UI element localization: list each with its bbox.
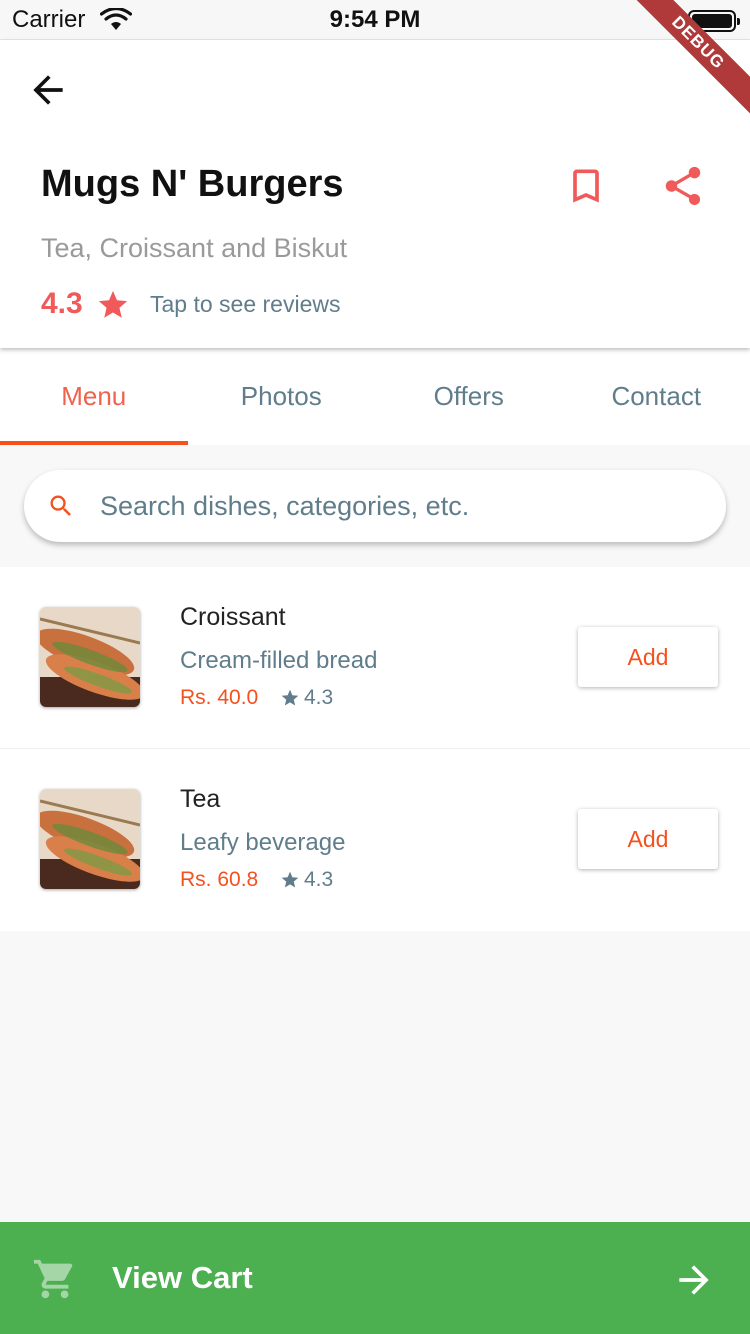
share-icon [660,166,706,214]
star-icon [280,870,300,895]
search-icon [47,492,75,525]
restaurant-name: Mugs N' Burgers [41,163,344,205]
tab-menu[interactable]: Menu [0,348,188,445]
tab-photos[interactable]: Photos [188,348,376,445]
arrow-back-icon [26,75,70,116]
list-item[interactable]: Tea Leafy beverage Rs. 60.8 4.3 Add [0,749,750,931]
back-button[interactable] [26,68,70,112]
dish-name: Tea [180,785,221,813]
star-icon [96,288,130,327]
dish-price: Rs. 60.8 [180,868,259,891]
tab-contact[interactable]: Contact [563,348,750,445]
bookmark-button[interactable] [564,162,608,210]
dish-price: Rs. 40.0 [180,686,259,709]
star-icon [280,688,300,713]
add-button[interactable]: Add [578,809,718,869]
bookmark-icon [564,169,608,214]
dish-image [40,607,140,707]
debug-banner: DEBUG [610,0,750,140]
dish-description: Leafy beverage [180,829,346,856]
tab-indicator [0,441,188,445]
arrow-forward-icon [672,1258,716,1302]
search-input[interactable] [100,470,700,542]
dish-rating: 4.3 [304,686,334,709]
see-reviews-link[interactable]: Tap to see reviews [150,291,340,318]
dish-name: Croissant [180,603,286,631]
shopping-cart-icon [32,1256,78,1307]
view-cart-button[interactable]: View Cart [0,1222,750,1334]
debug-banner-label: DEBUG [618,0,750,123]
tab-bar: Menu Photos Offers Contact [0,348,750,445]
restaurant-rating: 4.3 [41,287,83,320]
dish-image [40,789,140,889]
dish-rating: 4.3 [304,868,334,891]
add-button[interactable]: Add [578,627,718,687]
restaurant-tagline: Tea, Croissant and Biskut [41,233,348,263]
share-button[interactable] [660,162,706,210]
dish-description: Cream-filled bread [180,647,378,674]
search-bar[interactable] [24,470,726,542]
view-cart-label: View Cart [112,1260,253,1295]
menu-list: Croissant Cream-filled bread Rs. 40.0 4.… [0,567,750,931]
tab-offers[interactable]: Offers [375,348,563,445]
list-item[interactable]: Croissant Cream-filled bread Rs. 40.0 4.… [0,567,750,749]
